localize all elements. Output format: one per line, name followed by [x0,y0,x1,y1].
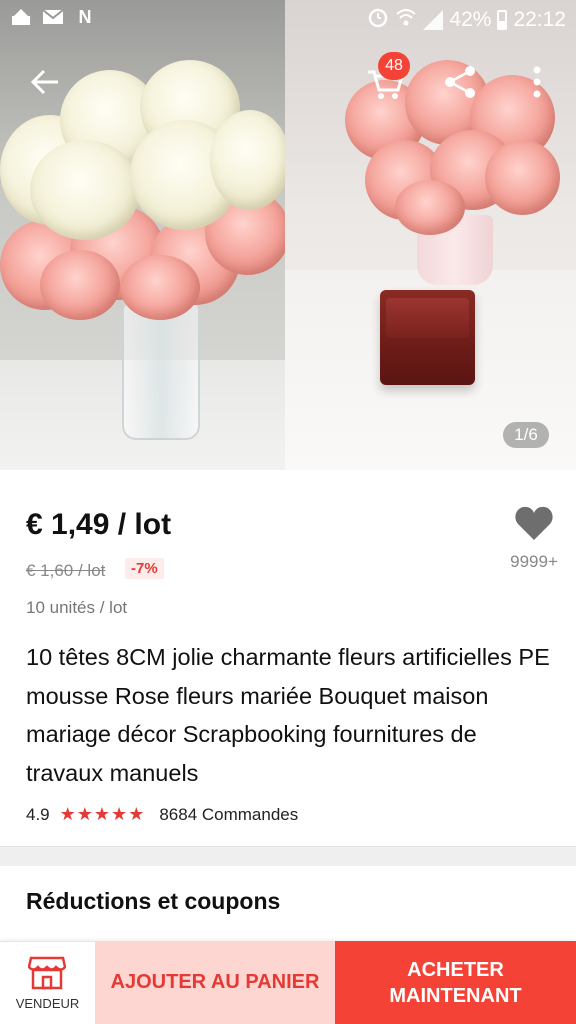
status-bar: N 42% 22:12 [0,0,576,38]
star-rating-icon: ★★★★★ [59,804,146,824]
battery-percent: 42% [449,8,492,31]
rose-pink [395,180,465,235]
rose-cream [210,110,285,210]
rose-pink [120,255,200,320]
image-counter: 1/6 [503,422,549,448]
section-divider [0,846,576,866]
rose-cream [30,140,140,240]
glass-vase [122,300,200,440]
wishlist-count: 9999+ [510,552,558,571]
product-title: 10 têtes 8CM jolie charmante fleurs arti… [26,644,550,786]
signal-icon [423,10,444,30]
add-to-cart-button[interactable]: AJOUTER AU PANIER [95,941,335,1024]
heart-icon [515,506,553,540]
coupons-section-title[interactable]: Réductions et coupons [26,888,280,915]
more-vertical-icon [533,66,541,98]
mail-icon [42,6,64,28]
rating-value: 4.9 [26,804,50,824]
cart-count-badge: 48 [378,52,410,80]
product-screen: N 42% 22:12 48 1/6 € 1,49 / lot € 1,60 /… [0,0,576,1024]
product-image-gallery[interactable] [0,0,576,470]
clock: 22:12 [513,8,566,31]
units-per-lot: 10 unités / lot [26,598,128,617]
vendor-label: VENDEUR [15,996,80,1011]
wishlist-button[interactable] [514,504,554,542]
original-price: € 1,60 / lot [26,561,106,580]
orders-count: 8684 Commandes [159,804,299,824]
vendor-button[interactable]: VENDEUR [0,941,95,1024]
share-icon [445,66,475,98]
rose-pink [40,250,120,320]
share-button[interactable] [440,62,480,102]
rating-row[interactable]: 4.9 ★★★★★ 8684 Commandes [26,804,298,825]
buy-now-button[interactable]: ACHETER MAINTENANT [335,941,576,1024]
wifi-icon [395,6,417,34]
more-options-button[interactable] [522,62,552,102]
back-button[interactable] [26,62,66,102]
discount-badge: -7% [125,558,164,579]
store-icon [28,956,66,990]
gallery-icon [10,6,32,28]
ring-box [380,290,475,385]
arrow-left-icon [30,69,58,95]
battery-icon [497,10,508,30]
netflix-icon: N [78,7,92,27]
rose-pink [485,140,560,215]
bottom-action-bar: VENDEUR AJOUTER AU PANIER ACHETER MAINTE… [0,941,576,1024]
product-price: € 1,49 / lot [26,508,172,541]
alarm-icon [367,6,389,34]
